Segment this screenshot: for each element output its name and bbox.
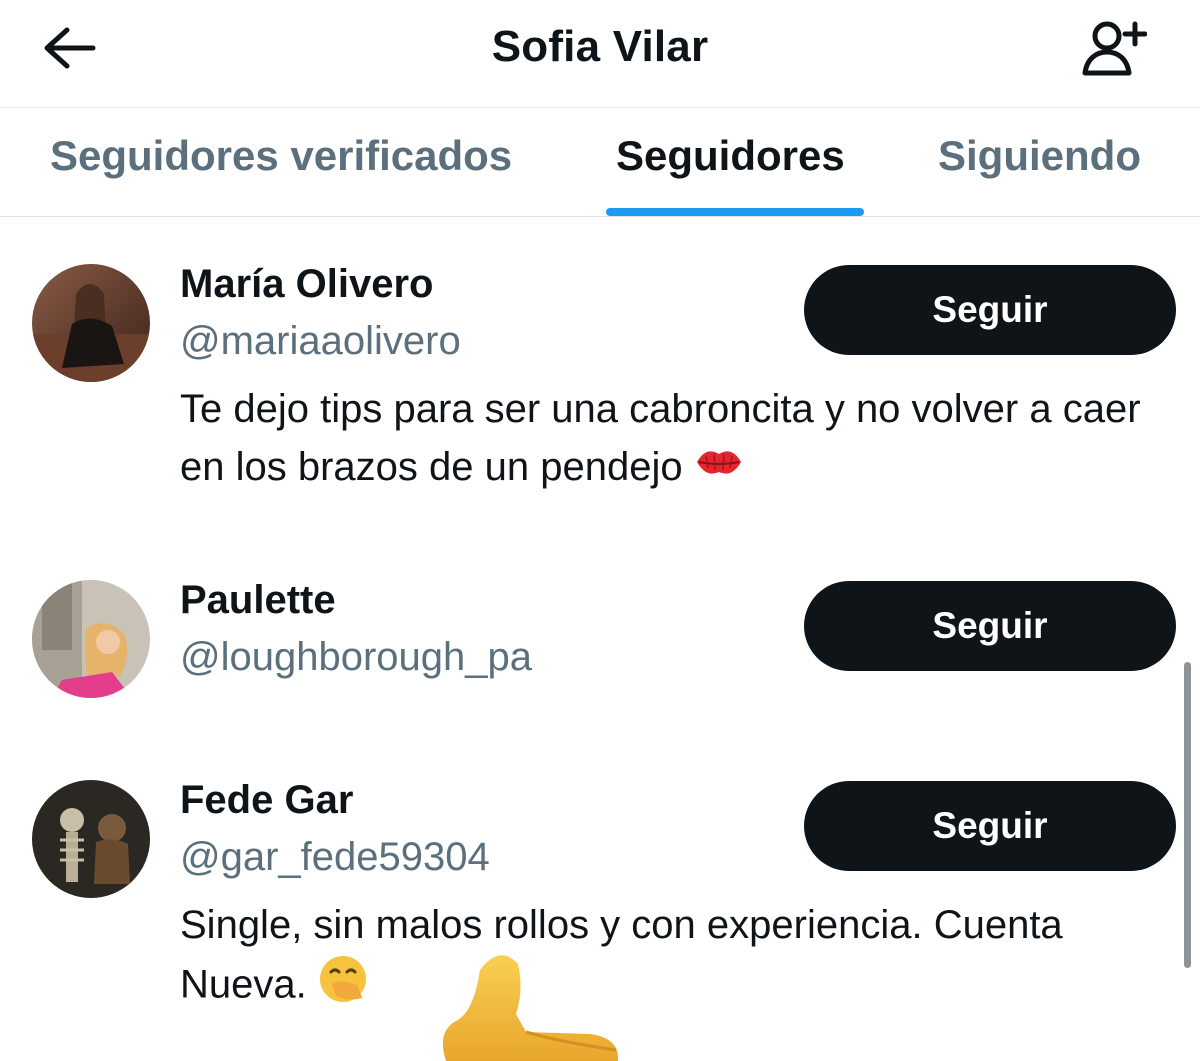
- user-name[interactable]: Paulette: [180, 578, 336, 623]
- user-bio: Single, sin malos rollos y con experienc…: [180, 896, 1180, 1020]
- tab-verified-followers[interactable]: Seguidores verificados: [50, 132, 512, 180]
- avatar[interactable]: [32, 580, 150, 698]
- tab-bar: Seguidores verificados Seguidores Siguie…: [0, 108, 1200, 217]
- user-handle[interactable]: @mariaaolivero: [180, 319, 461, 364]
- top-bar: Sofia Vilar: [0, 0, 1200, 108]
- follow-button[interactable]: Seguir: [804, 265, 1176, 355]
- avatar[interactable]: [32, 264, 150, 382]
- thumbs-up-emoji: [440, 950, 630, 1061]
- avatar[interactable]: [32, 780, 150, 898]
- person-add-icon: [1082, 21, 1147, 76]
- kiss-mark-emoji: [694, 440, 744, 498]
- active-tab-indicator: [606, 208, 864, 216]
- tab-followers[interactable]: Seguidores: [616, 132, 845, 180]
- user-name[interactable]: María Olivero: [180, 262, 433, 307]
- page-title: Sofia Vilar: [491, 22, 709, 71]
- user-bio: Te dejo tips para ser una cabroncita y n…: [180, 380, 1180, 498]
- user-handle[interactable]: @gar_fede59304: [180, 835, 490, 880]
- follow-button[interactable]: Seguir: [804, 581, 1176, 671]
- add-user-button[interactable]: [1078, 14, 1150, 82]
- user-handle[interactable]: @loughborough_pa: [180, 635, 532, 680]
- face-with-hand-over-mouth-emoji: [318, 954, 370, 1020]
- scrollbar[interactable]: [1184, 662, 1191, 968]
- bio-text: Te dejo tips para ser una cabroncita y n…: [180, 387, 1141, 489]
- user-name[interactable]: Fede Gar: [180, 778, 353, 823]
- follow-button[interactable]: Seguir: [804, 781, 1176, 871]
- tab-following[interactable]: Siguiendo: [938, 132, 1141, 180]
